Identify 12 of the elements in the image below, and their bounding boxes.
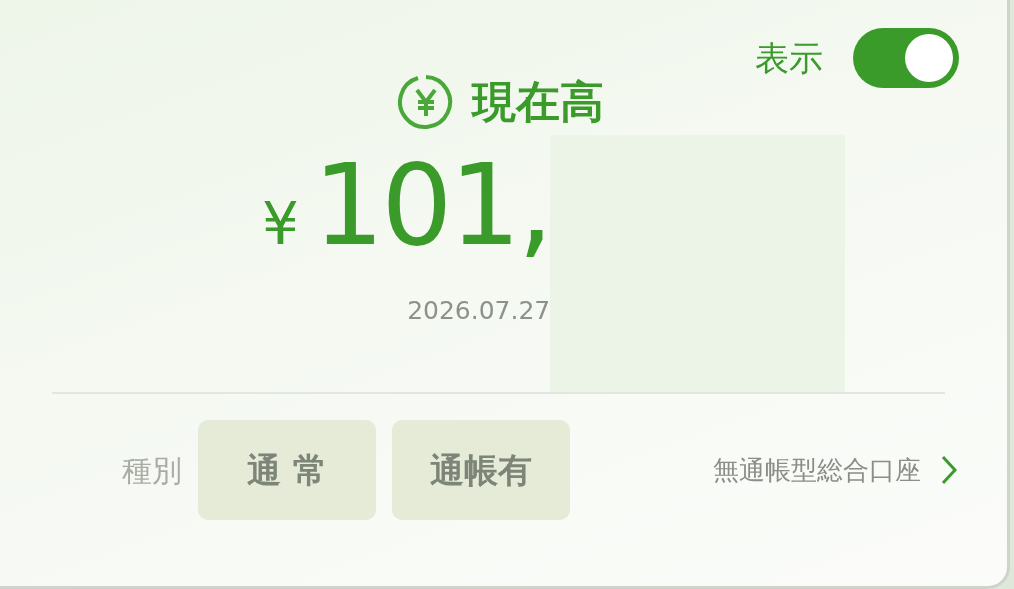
balance-date: 2026.07.27: [407, 295, 551, 328]
currency-symbol: ¥: [262, 189, 299, 260]
account-link[interactable]: 無通帳型総合口座: [713, 450, 957, 490]
chevron-right-icon: [941, 455, 957, 485]
balance-title: 現在高: [471, 80, 604, 124]
type-label: 種別: [122, 451, 182, 490]
yen-icon: [397, 74, 454, 130]
balance-amount: 101,: [312, 139, 551, 272]
toggle-label: 表示: [755, 36, 823, 80]
display-switch[interactable]: [853, 28, 959, 88]
account-type-tag: 通帳有: [392, 420, 570, 520]
account-type-tag: 通 常: [198, 420, 376, 520]
